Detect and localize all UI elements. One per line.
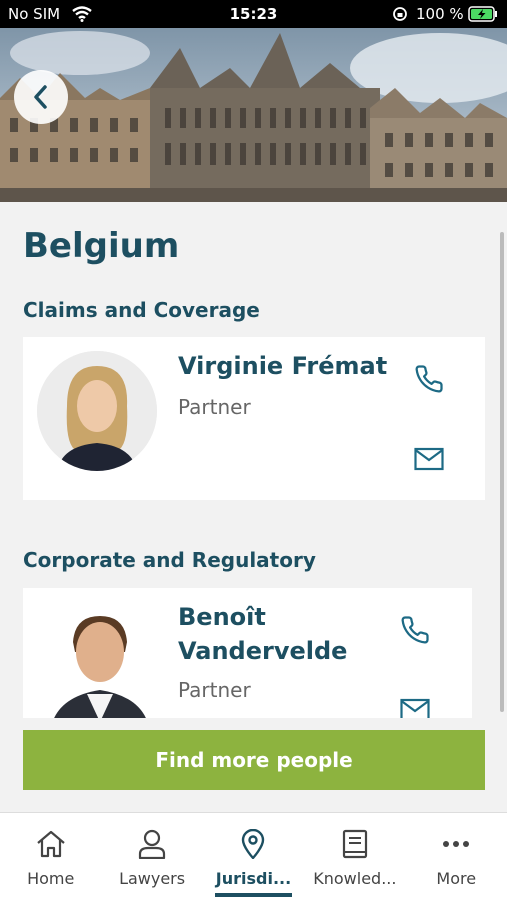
- phone-icon: [401, 616, 429, 644]
- back-button[interactable]: [14, 70, 68, 124]
- grand-place-illustration: [0, 28, 507, 202]
- tab-home[interactable]: Home: [0, 813, 101, 901]
- tab-label: Jurisdi...: [215, 869, 292, 888]
- scrollbar[interactable]: [500, 232, 504, 712]
- find-more-people-button[interactable]: Find more people: [23, 730, 485, 790]
- chevron-left-icon: [34, 85, 47, 109]
- avatar: [45, 602, 155, 718]
- book-icon: [342, 827, 368, 861]
- person-photo: [45, 602, 155, 718]
- tab-knowledge[interactable]: Knowled...: [304, 813, 405, 901]
- person-card[interactable]: Virginie Frémat Partner: [23, 337, 485, 500]
- battery-icon: [468, 6, 498, 26]
- phone-icon: [415, 365, 443, 393]
- section-heading-corporate: Corporate and Regulatory: [23, 548, 316, 572]
- active-tab-indicator: [214, 893, 293, 897]
- tab-label: Lawyers: [119, 869, 186, 888]
- avatar: [37, 351, 157, 471]
- battery-percentage: 100 %: [416, 5, 464, 23]
- location-pin-icon: [241, 827, 265, 861]
- envelope-icon: [414, 447, 444, 471]
- tab-label: Knowled...: [313, 869, 397, 888]
- more-dots-icon: [442, 827, 470, 861]
- hero-image: [0, 28, 507, 202]
- home-icon: [35, 827, 67, 861]
- person-role: Partner: [178, 395, 251, 419]
- tab-label: More: [436, 869, 477, 888]
- person-icon: [138, 827, 166, 861]
- tab-label: Home: [27, 869, 75, 888]
- tab-more[interactable]: More: [406, 813, 507, 901]
- person-name[interactable]: Virginie Frémat: [178, 349, 388, 383]
- envelope-icon: [400, 698, 430, 718]
- tab-bar: Home Lawyers Jurisdi... Knowled... More: [0, 812, 507, 901]
- content-area[interactable]: Belgium Claims and Coverage Virginie Fré…: [0, 202, 507, 812]
- person-card[interactable]: Benoît Vandervelde Partner: [23, 588, 472, 718]
- rotation-lock-icon: [392, 6, 408, 26]
- tab-lawyers[interactable]: Lawyers: [101, 813, 202, 901]
- status-bar: No SIM 15:23 100 %: [0, 0, 507, 28]
- page-title: Belgium: [23, 226, 180, 266]
- email-button[interactable]: [395, 690, 435, 718]
- tab-jurisdictions[interactable]: Jurisdi...: [203, 813, 304, 901]
- person-name[interactable]: Benoît Vandervelde: [178, 600, 388, 668]
- call-button[interactable]: [409, 359, 449, 399]
- person-photo: [37, 351, 157, 471]
- person-role: Partner: [178, 678, 251, 702]
- email-button[interactable]: [409, 439, 449, 479]
- section-heading-claims: Claims and Coverage: [23, 298, 260, 322]
- call-button[interactable]: [395, 610, 435, 650]
